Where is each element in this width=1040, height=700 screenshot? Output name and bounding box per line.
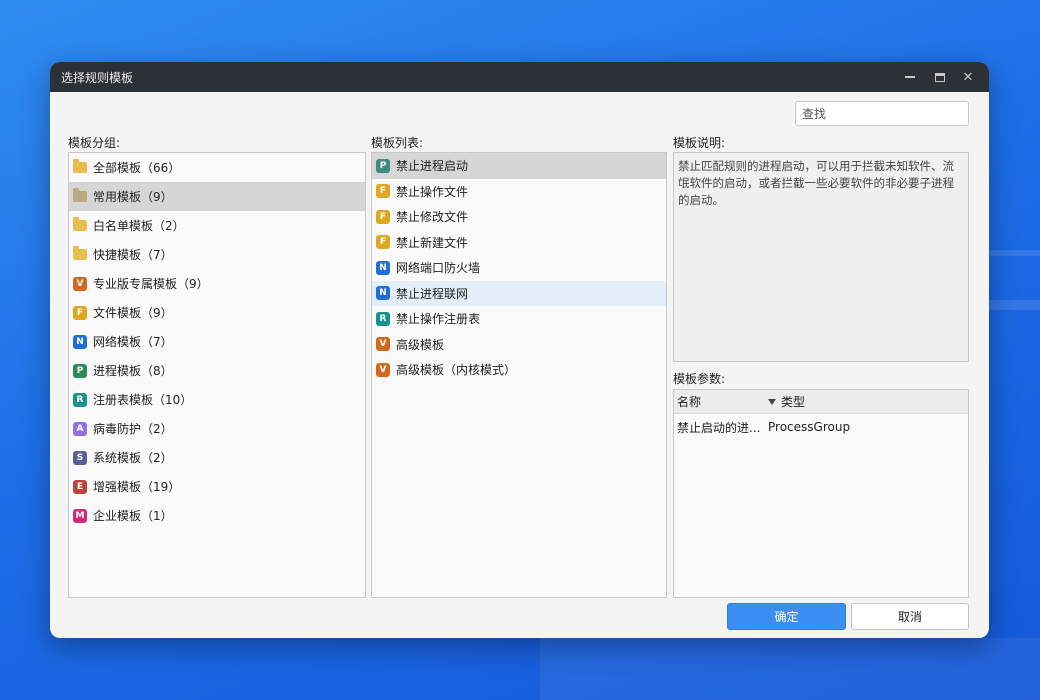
category-a-icon: A (73, 421, 87, 436)
category-v-icon: V (73, 276, 87, 291)
group-item[interactable]: E 增强模板（19） (69, 472, 365, 501)
group-item-label: 企业模板（1） (93, 509, 173, 523)
group-item[interactable]: P 进程模板（8） (69, 356, 365, 385)
group-item-label: 病毒防护（2） (93, 422, 173, 436)
close-button[interactable]: ✕ (953, 62, 983, 92)
description-box: 禁止匹配规则的进程启动，可以用于拦截未知软件、流氓软件的启动，或者拦截一些必要软… (673, 152, 969, 362)
minimize-icon (905, 76, 915, 78)
category-e-icon: E (73, 479, 87, 494)
group-item[interactable]: 常用模板（9） (69, 182, 365, 211)
params-table: 名称 类型 禁止启动的进... ProcessGroup (673, 389, 969, 598)
template-item[interactable]: F 禁止操作文件 (372, 179, 666, 205)
param-type-cell: ProcessGroup (768, 420, 851, 434)
category-f-icon: F (376, 184, 390, 199)
maximize-button[interactable] (925, 62, 955, 92)
category-n-icon: N (376, 260, 390, 275)
group-item[interactable]: R 注册表模板（10） (69, 385, 365, 414)
group-item-label: 常用模板（9） (93, 190, 173, 204)
template-item-label: 高级模板（内核模式） (396, 363, 517, 378)
groups-label: 模板分组: (68, 136, 121, 150)
template-item-label: 高级模板 (396, 337, 445, 352)
category-v-icon: V (376, 337, 390, 352)
param-name-cell: 禁止启动的进... (677, 420, 761, 435)
group-item-label: 全部模板（66） (93, 161, 181, 175)
folder-icon (73, 246, 87, 260)
template-item[interactable]: F 禁止修改文件 (372, 204, 666, 230)
category-r-icon: R (73, 392, 87, 407)
group-item[interactable]: M 企业模板（1） (69, 501, 365, 530)
template-item[interactable]: N 禁止进程联网 (372, 280, 666, 306)
select-rule-template-dialog: 选择规则模板 ✕ 模板分组: 模板列表: 模板说明: 模板参数: 全部模板（66… (50, 62, 989, 638)
template-item-label: 网络端口防火墙 (396, 261, 481, 276)
template-item[interactable]: V 高级模板 (372, 332, 666, 358)
template-item[interactable]: R 禁止操作注册表 (372, 306, 666, 332)
category-f-icon: F (376, 235, 390, 250)
list-label: 模板列表: (371, 136, 424, 150)
minimize-button[interactable] (895, 62, 925, 92)
template-item-label: 禁止进程启动 (396, 159, 469, 174)
title-bar: 选择规则模板 ✕ (50, 62, 989, 92)
category-n-icon: N (73, 334, 87, 349)
group-item[interactable]: 快捷模板（7） (69, 240, 365, 269)
template-item-label: 禁止进程联网 (396, 286, 469, 301)
close-icon: ✕ (962, 69, 974, 85)
group-item[interactable]: S 系统模板（2） (69, 443, 365, 472)
category-p-icon: P (376, 158, 390, 173)
description-label: 模板说明: (673, 136, 726, 150)
template-item[interactable]: V 高级模板（内核模式） (372, 357, 666, 383)
group-item-label: 进程模板（8） (93, 364, 173, 378)
group-item[interactable]: A 病毒防护（2） (69, 414, 365, 443)
category-f-icon: F (376, 209, 390, 224)
category-p-icon: P (73, 363, 87, 378)
template-item-label: 禁止操作注册表 (396, 312, 481, 327)
table-row[interactable]: 禁止启动的进... ProcessGroup (674, 414, 968, 440)
category-s-icon: S (73, 450, 87, 465)
folder-icon (73, 217, 87, 231)
category-v-icon: V (376, 362, 390, 377)
category-r-icon: R (376, 311, 390, 326)
group-item-label: 白名单模板（2） (93, 219, 185, 233)
category-m-icon: M (73, 508, 87, 523)
folder-icon (73, 159, 87, 173)
group-item-label: 专业版专属模板（9） (93, 277, 209, 291)
cancel-button[interactable]: 取消 (851, 603, 969, 630)
template-item-label: 禁止新建文件 (396, 235, 469, 250)
group-item-label: 增强模板（19） (93, 480, 181, 494)
category-f-icon: F (73, 305, 87, 320)
template-list: P 禁止进程启动 F 禁止操作文件 F 禁止修改文件 F 禁止新建文件 N 网络端口防火墙 N 禁止进… (371, 152, 667, 598)
param-type-header-label: 类型 (781, 395, 806, 409)
sort-desc-icon (768, 398, 776, 405)
folder-icon (73, 188, 87, 202)
window-title: 选择规则模板 (61, 70, 134, 85)
maximize-icon (935, 72, 945, 82)
template-item[interactable]: N 网络端口防火墙 (372, 255, 666, 281)
group-item[interactable]: V 专业版专属模板（9） (69, 269, 365, 298)
group-item[interactable]: 白名单模板（2） (69, 211, 365, 240)
group-list: 全部模板（66） 常用模板（9） 白名单模板（2） 快捷模板（7） V 专业版专属模板（9… (68, 152, 366, 598)
ok-button[interactable]: 确定 (727, 603, 846, 630)
description-text: 禁止匹配规则的进程启动，可以用于拦截未知软件、流氓软件的启动，或者拦截一些必要软… (678, 159, 954, 207)
template-item[interactable]: P 禁止进程启动 (372, 153, 666, 179)
category-n-icon: N (376, 286, 390, 301)
param-name-header[interactable]: 名称 (674, 393, 764, 410)
group-item[interactable]: 全部模板（66） (69, 153, 365, 182)
template-item[interactable]: F 禁止新建文件 (372, 230, 666, 256)
params-header: 名称 类型 (674, 390, 968, 414)
group-item-label: 注册表模板（10） (93, 393, 193, 407)
search-input[interactable] (795, 101, 969, 126)
params-label: 模板参数: (673, 372, 726, 386)
template-item-label: 禁止修改文件 (396, 210, 469, 225)
group-item-label: 快捷模板（7） (93, 248, 173, 262)
group-item-label: 系统模板（2） (93, 451, 173, 465)
group-item-label: 网络模板（7） (93, 335, 173, 349)
group-item[interactable]: N 网络模板（7） (69, 327, 365, 356)
template-item-label: 禁止操作文件 (396, 184, 469, 199)
param-type-header[interactable]: 类型 (764, 393, 805, 410)
group-item[interactable]: F 文件模板（9） (69, 298, 365, 327)
group-item-label: 文件模板（9） (93, 306, 173, 320)
